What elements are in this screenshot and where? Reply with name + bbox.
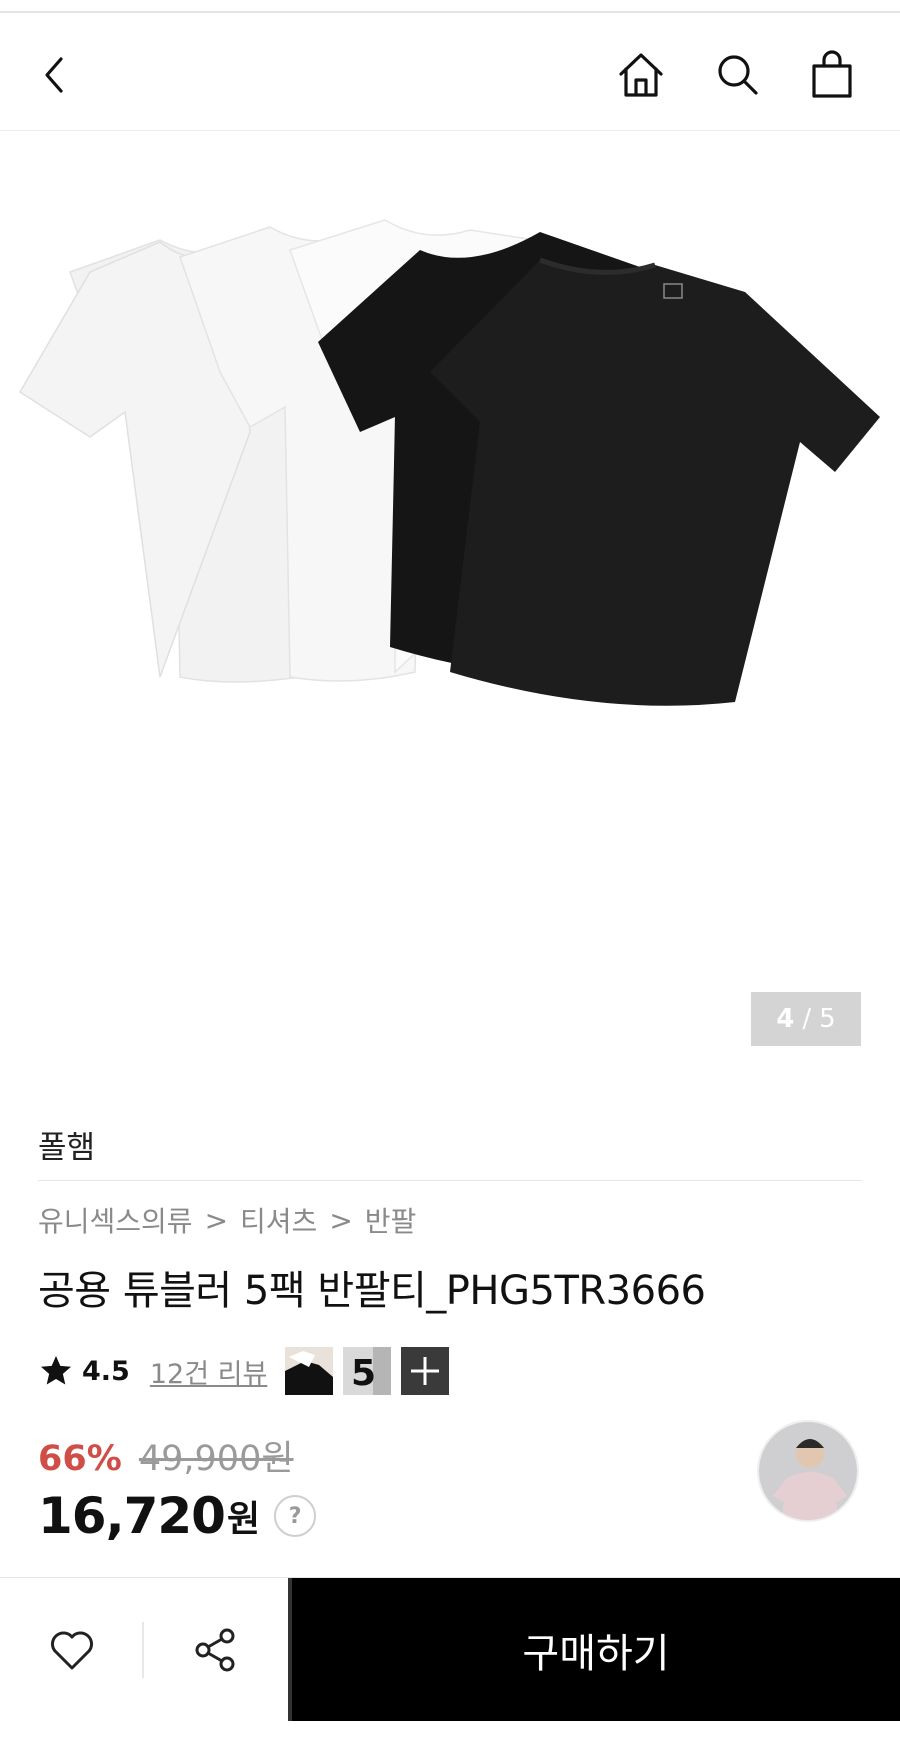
breadcrumb: 유니섹스의류 > 티셔츠 > 반팔 <box>38 1200 416 1240</box>
rating-row: 4.5 12건 리뷰 5 <box>38 1345 450 1397</box>
heart-icon <box>51 1631 93 1670</box>
original-price: 49,900원 <box>138 1439 294 1479</box>
final-price: 16,720 <box>38 1487 226 1545</box>
share-icon <box>195 1628 235 1672</box>
currency-unit: 원 <box>226 1499 261 1540</box>
app-header <box>0 13 900 131</box>
bottom-strip <box>0 1721 900 1754</box>
status-bar-edge <box>0 0 900 13</box>
review-thumb-number: 5 <box>351 1353 376 1394</box>
shopping-bag-icon <box>812 50 852 98</box>
breadcrumb-item[interactable]: 반팔 <box>365 1200 417 1240</box>
brand-name[interactable]: 폴햄 <box>38 1122 95 1167</box>
image-counter-current: 4 <box>776 1004 795 1034</box>
rating-value: 4.5 <box>82 1355 130 1387</box>
cart-button[interactable] <box>804 47 860 103</box>
black-tshirt <box>430 260 880 706</box>
more-review-photos-button[interactable] <box>401 1347 450 1395</box>
wishlist-button[interactable] <box>2 1578 142 1722</box>
product-image-gallery[interactable] <box>0 132 900 1072</box>
price-box: 66% 49,900원 16,720 원 ? <box>38 1430 317 1545</box>
divider <box>38 1180 862 1181</box>
review-photo-thumbnail[interactable]: 5 <box>343 1347 392 1395</box>
breadcrumb-item[interactable]: 티셔츠 <box>240 1200 317 1240</box>
tshirts-product-image <box>18 219 880 706</box>
star-icon <box>41 1356 71 1385</box>
search-button[interactable] <box>710 47 766 103</box>
search-icon <box>718 55 758 95</box>
discount-rate: 66% <box>38 1439 122 1479</box>
image-counter-total: 5 <box>819 1004 836 1034</box>
bottom-action-bar: 구매하기 <box>0 1577 900 1722</box>
divider <box>142 1622 144 1678</box>
back-button[interactable] <box>26 47 82 103</box>
breadcrumb-separator-icon: > <box>329 1203 353 1237</box>
reviews-link[interactable]: 12건 리뷰 <box>150 1352 267 1391</box>
home-icon <box>619 53 663 97</box>
share-button[interactable] <box>145 1578 285 1722</box>
image-counter-separator: / <box>802 1004 812 1034</box>
breadcrumb-item[interactable]: 유니섹스의류 <box>38 1200 193 1240</box>
review-photo-thumbnail[interactable] <box>285 1347 334 1395</box>
chevron-left-icon <box>45 57 63 93</box>
model-avatar[interactable] <box>757 1420 859 1522</box>
image-counter: 4 / 5 <box>751 992 861 1046</box>
buy-button[interactable]: 구매하기 <box>288 1578 900 1722</box>
breadcrumb-separator-icon: > <box>204 1203 229 1237</box>
product-title: 공용 튜블러 5팩 반팔티_PHG5TR3666 <box>38 1268 706 1314</box>
home-button[interactable] <box>613 47 669 103</box>
price-help-button[interactable]: ? <box>274 1495 317 1537</box>
